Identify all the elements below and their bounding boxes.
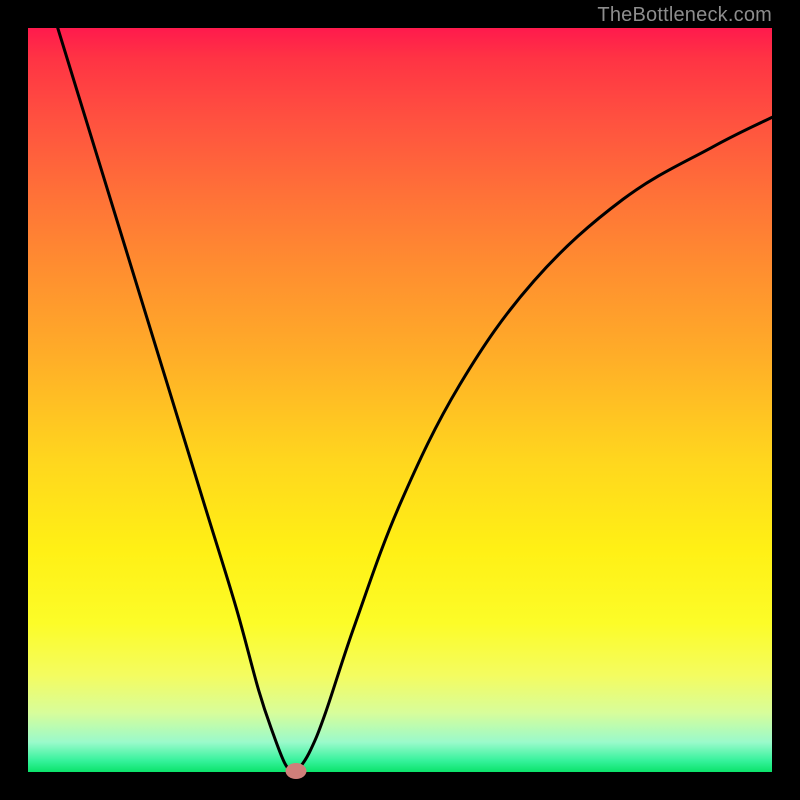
minimum-marker	[285, 763, 306, 779]
bottleneck-curve	[28, 28, 772, 772]
chart-plot-area	[28, 28, 772, 772]
watermark-text: TheBottleneck.com	[597, 4, 772, 27]
